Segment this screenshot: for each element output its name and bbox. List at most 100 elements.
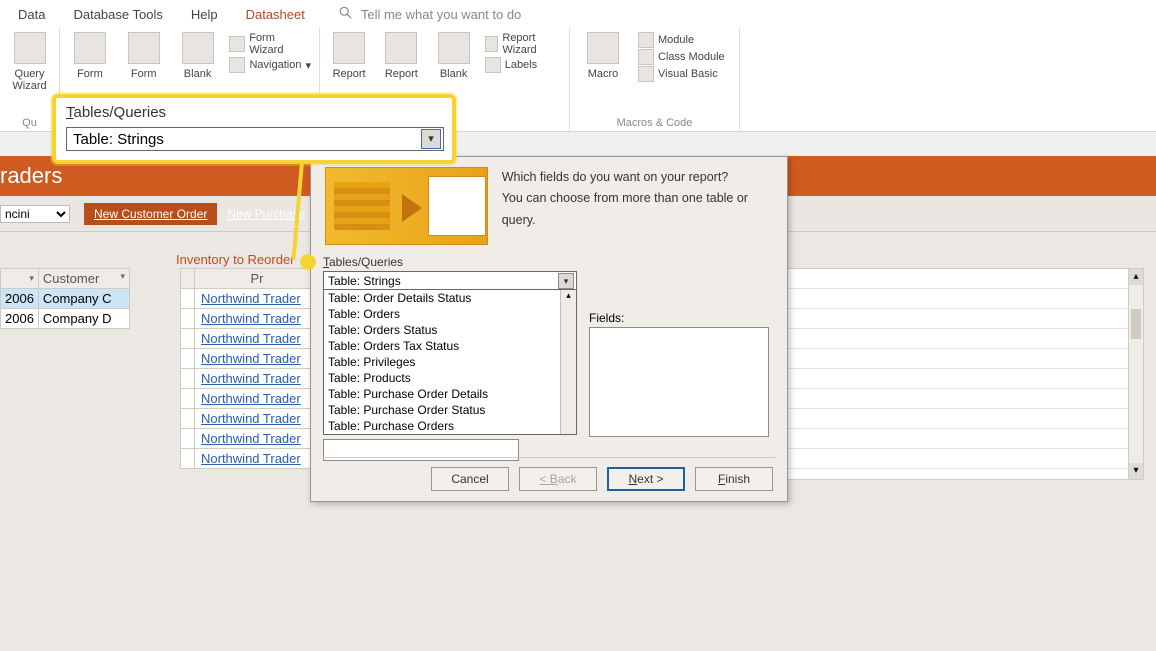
menu-dbtools[interactable]: Database Tools bbox=[59, 7, 176, 22]
chevron-down-icon[interactable]: ▾ bbox=[558, 273, 574, 289]
table-row[interactable]: Northwind Trader bbox=[181, 429, 320, 449]
query-wizard-button[interactable]: Query Wizard bbox=[8, 32, 51, 92]
dropdown-option[interactable]: Table: Purchase Orders bbox=[324, 418, 576, 434]
chevron-down-icon: ▾ bbox=[305, 59, 311, 72]
selected-fields-label: Fields: bbox=[589, 311, 624, 325]
labels-button[interactable]: Labels bbox=[485, 57, 561, 73]
callout-value: Table: Strings bbox=[73, 131, 164, 148]
form-wizard-button[interactable]: Form Wizard bbox=[229, 32, 311, 56]
finish-button[interactable]: Finish bbox=[695, 467, 773, 491]
navigation-icon bbox=[229, 57, 245, 73]
background-grid bbox=[786, 268, 1144, 480]
module-button[interactable]: Module bbox=[638, 32, 725, 48]
report-design-button[interactable]: Report bbox=[380, 32, 422, 80]
table-row[interactable]: 2006Company D bbox=[1, 309, 130, 329]
form-wizard-icon bbox=[229, 36, 245, 52]
employee-select[interactable]: ncini bbox=[0, 205, 70, 223]
inventory-reorder-label: Inventory to Reorder bbox=[176, 252, 295, 267]
blank-report-button[interactable]: Blank bbox=[432, 32, 474, 80]
blank-form-button[interactable]: Blank bbox=[176, 32, 220, 80]
group-queries-label: Qu bbox=[8, 117, 51, 129]
callout-combobox[interactable]: Table: Strings ▾ bbox=[66, 127, 444, 151]
table-row[interactable]: Northwind Trader bbox=[181, 389, 320, 409]
scroll-thumb[interactable] bbox=[1131, 309, 1141, 339]
report-wizard-dialog: Which fields do you want on your report?… bbox=[310, 156, 788, 502]
form-button[interactable]: Form bbox=[68, 32, 112, 80]
scroll-down-icon[interactable]: ▾ bbox=[1129, 463, 1143, 479]
dropdown-option[interactable]: Table: Products bbox=[324, 370, 576, 386]
chevron-down-icon[interactable]: ▾ bbox=[421, 129, 441, 149]
product-link[interactable]: Northwind Trader bbox=[201, 411, 301, 426]
product-link[interactable]: Northwind Trader bbox=[201, 431, 301, 446]
tables-queries-value: Table: Strings bbox=[328, 274, 401, 288]
dropdown-option[interactable]: Table: Orders Status bbox=[324, 322, 576, 338]
product-link[interactable]: Northwind Trader bbox=[201, 371, 301, 386]
dropdown-option[interactable]: Table: Privileges bbox=[324, 354, 576, 370]
product-link[interactable]: Northwind Trader bbox=[201, 451, 301, 466]
list-scrollbar[interactable]: ▴ bbox=[560, 290, 576, 434]
dropdown-option[interactable]: Table: Orders Tax Status bbox=[324, 338, 576, 354]
wizard-art-icon bbox=[325, 167, 488, 245]
tell-me-text: Tell me what you want to do bbox=[361, 7, 521, 22]
orders-customer-header[interactable]: Customer▾ bbox=[38, 269, 129, 289]
report-wizard-icon bbox=[485, 36, 499, 52]
employee-select-wrap: ncini bbox=[0, 205, 70, 223]
table-row[interactable]: Northwind Trader bbox=[181, 289, 320, 309]
scroll-up-icon[interactable]: ▴ bbox=[561, 290, 576, 304]
menu-datasheet[interactable]: Datasheet bbox=[232, 7, 319, 22]
orders-date-header[interactable]: ▾ bbox=[1, 269, 39, 289]
product-link[interactable]: Northwind Trader bbox=[201, 331, 301, 346]
selected-fields-listbox[interactable] bbox=[589, 327, 769, 437]
labels-icon bbox=[485, 57, 501, 73]
table-row[interactable]: Northwind Trader bbox=[181, 369, 320, 389]
inventory-table: Pr Northwind Trader Northwind Trader Nor… bbox=[180, 268, 320, 469]
dropdown-option[interactable]: Table: Purchase Order Details bbox=[324, 386, 576, 402]
search-icon bbox=[339, 6, 353, 23]
product-link[interactable]: Northwind Trader bbox=[201, 311, 301, 326]
group-macros-label: Macros & Code bbox=[578, 117, 731, 129]
dropdown-option[interactable]: Table: Sales Reports bbox=[324, 434, 576, 435]
table-row[interactable]: Northwind Trader bbox=[181, 449, 320, 469]
tables-queries-combobox[interactable]: Table: Strings ▾ bbox=[323, 271, 577, 291]
zoom-callout: Tables/Queries Table: Strings ▾ bbox=[52, 94, 456, 164]
table-row[interactable]: Northwind Trader bbox=[181, 329, 320, 349]
inventory-header[interactable]: Pr bbox=[195, 269, 320, 289]
cancel-button[interactable]: Cancel bbox=[431, 467, 509, 491]
menu-data[interactable]: Data bbox=[4, 7, 59, 22]
module-icon bbox=[638, 32, 654, 48]
filter-dropdown-icon[interactable]: ▾ bbox=[29, 273, 34, 284]
menu-help[interactable]: Help bbox=[177, 7, 232, 22]
new-purchase-link[interactable]: New Purchase bbox=[217, 203, 315, 225]
tell-me[interactable]: Tell me what you want to do bbox=[339, 6, 521, 23]
product-link[interactable]: Northwind Trader bbox=[201, 351, 301, 366]
dropdown-option[interactable]: Table: Order Details Status bbox=[324, 290, 576, 306]
table-row[interactable]: 2006Company C bbox=[1, 289, 130, 309]
report-wizard-button[interactable]: Report Wizard bbox=[485, 32, 561, 56]
dropdown-option[interactable]: Table: Purchase Order Status bbox=[324, 402, 576, 418]
tables-queries-label: Tables/Queries bbox=[323, 255, 787, 269]
report-button[interactable]: Report bbox=[328, 32, 370, 80]
table-row[interactable]: Northwind Trader bbox=[181, 409, 320, 429]
new-customer-order-link[interactable]: New Customer Order bbox=[84, 203, 217, 225]
query-wizard-label: Query Wizard bbox=[8, 68, 51, 92]
visual-basic-button[interactable]: Visual Basic bbox=[638, 66, 725, 82]
table-row[interactable]: Northwind Trader bbox=[181, 349, 320, 369]
dropdown-option[interactable]: Table: Orders bbox=[324, 306, 576, 322]
navigation-button[interactable]: Navigation ▾ bbox=[229, 57, 311, 73]
next-button[interactable]: Next > bbox=[607, 467, 685, 491]
wizard-message: Which fields do you want on your report?… bbox=[502, 167, 773, 245]
table-row[interactable]: Northwind Trader bbox=[181, 309, 320, 329]
vertical-scrollbar[interactable]: ▴ ▾ bbox=[1128, 268, 1144, 480]
filter-dropdown-icon[interactable]: ▾ bbox=[120, 271, 125, 282]
callout-pointer-dot bbox=[300, 254, 316, 270]
product-link[interactable]: Northwind Trader bbox=[201, 391, 301, 406]
product-link[interactable]: Northwind Trader bbox=[201, 291, 301, 306]
form-design-button[interactable]: Form bbox=[122, 32, 166, 80]
macro-button[interactable]: Macro bbox=[578, 32, 628, 80]
orders-table: ▾ Customer▾ 2006Company C 2006Company D bbox=[0, 268, 130, 329]
tables-queries-dropdown-list[interactable]: Table: Order Details Status Table: Order… bbox=[323, 289, 577, 435]
dialog-separator bbox=[323, 457, 775, 458]
back-button[interactable]: < Back bbox=[519, 467, 597, 491]
class-module-button[interactable]: Class Module bbox=[638, 49, 725, 65]
scroll-up-icon[interactable]: ▴ bbox=[1129, 269, 1143, 285]
